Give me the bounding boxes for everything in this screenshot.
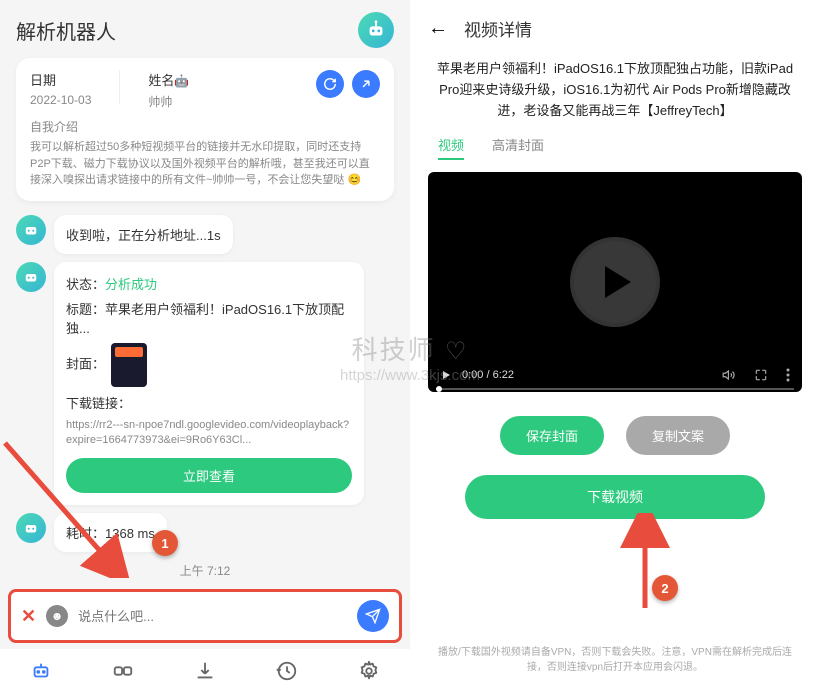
cover-label: 封面： [66, 356, 105, 371]
more-icon[interactable] [786, 368, 790, 382]
bio-label: 自我介绍 [30, 118, 380, 135]
analyzing-message: 收到啦，正在分析地址...1s [54, 215, 233, 254]
cover-thumbnail[interactable] [111, 343, 147, 387]
copy-text-button[interactable]: 复制文案 [626, 416, 730, 455]
date-label: 日期 [30, 70, 91, 89]
title-label: 标题： [66, 302, 105, 317]
nav-robot-icon[interactable] [29, 659, 53, 683]
emoji-icon[interactable]: ☻ [46, 605, 68, 627]
save-cover-button[interactable]: 保存封面 [500, 416, 604, 455]
volume-icon[interactable] [722, 368, 736, 382]
nav-download-icon[interactable] [193, 659, 217, 683]
send-button[interactable] [357, 600, 389, 632]
page-title: 视频详情 [464, 16, 532, 41]
close-icon[interactable]: ✕ [21, 606, 36, 627]
bot-avatar-small [16, 215, 46, 245]
annotation-marker-2: 2 [652, 575, 678, 601]
name-label: 姓名🤖 [148, 70, 189, 89]
annotation-marker-1: 1 [152, 530, 178, 556]
back-icon[interactable]: ← [428, 17, 448, 40]
date-value: 2022-10-03 [30, 93, 91, 107]
app-title: 解析机器人 [16, 16, 116, 45]
share-button[interactable] [352, 70, 380, 98]
input-bar: ✕ ☻ [8, 589, 402, 643]
profile-card: 日期 2022-10-03 姓名🤖 帅帅 自我介绍 我可以解析超过50多种短视频… [16, 58, 394, 201]
bottom-nav [0, 649, 410, 693]
bio-text: 我可以解析超过50多种短视频平台的链接并无水印提取，同时还支持P2P下载、磁力下… [30, 139, 380, 189]
video-description: 苹果老用户领福利！iPadOS16.1下放顶配独占功能，旧款iPad Pro迎来… [428, 53, 802, 135]
fullscreen-icon[interactable] [754, 368, 768, 382]
nav-link-icon[interactable] [111, 659, 135, 683]
video-time: 0:00 / 6:22 [462, 369, 514, 381]
name-value: 帅帅 [148, 93, 189, 110]
refresh-button[interactable] [316, 70, 344, 98]
bot-avatar-small [16, 513, 46, 543]
bot-avatar[interactable] [358, 12, 394, 48]
bot-avatar-small [16, 262, 46, 292]
play-icon[interactable] [570, 237, 660, 327]
nav-settings-icon[interactable] [357, 659, 381, 683]
video-player[interactable]: 0:00 / 6:22 [428, 172, 802, 392]
elapsed-message: 耗时：1368 ms [54, 513, 167, 552]
footnote: 播放/下载国外视频请自备VPN，否则下载会失败。注意，VPN需在解析完成后连接，… [428, 645, 802, 675]
title-value: 苹果老用户领福利！iPadOS16.1下放顶配独... [66, 302, 344, 336]
message-input[interactable] [78, 609, 347, 624]
view-now-button[interactable]: 立即查看 [66, 458, 352, 493]
play-pause-icon[interactable] [440, 369, 452, 381]
tab-video[interactable]: 视频 [438, 135, 464, 154]
download-video-button[interactable]: 下载视频 [465, 475, 765, 519]
timestamp: 上午 7:12 [0, 556, 410, 585]
status-label: 状态： [66, 277, 105, 292]
progress-bar[interactable] [436, 388, 794, 390]
status-value: 分析成功 [105, 277, 157, 292]
download-link[interactable]: https://rr2---sn-npoe7ndl.googlevideo.co… [66, 418, 352, 449]
link-label: 下载链接： [66, 393, 352, 412]
tab-cover[interactable]: 高清封面 [492, 135, 544, 154]
nav-history-icon[interactable] [275, 659, 299, 683]
result-card: 状态：分析成功 标题：苹果老用户领福利！iPadOS16.1下放顶配独... 封… [54, 262, 364, 506]
